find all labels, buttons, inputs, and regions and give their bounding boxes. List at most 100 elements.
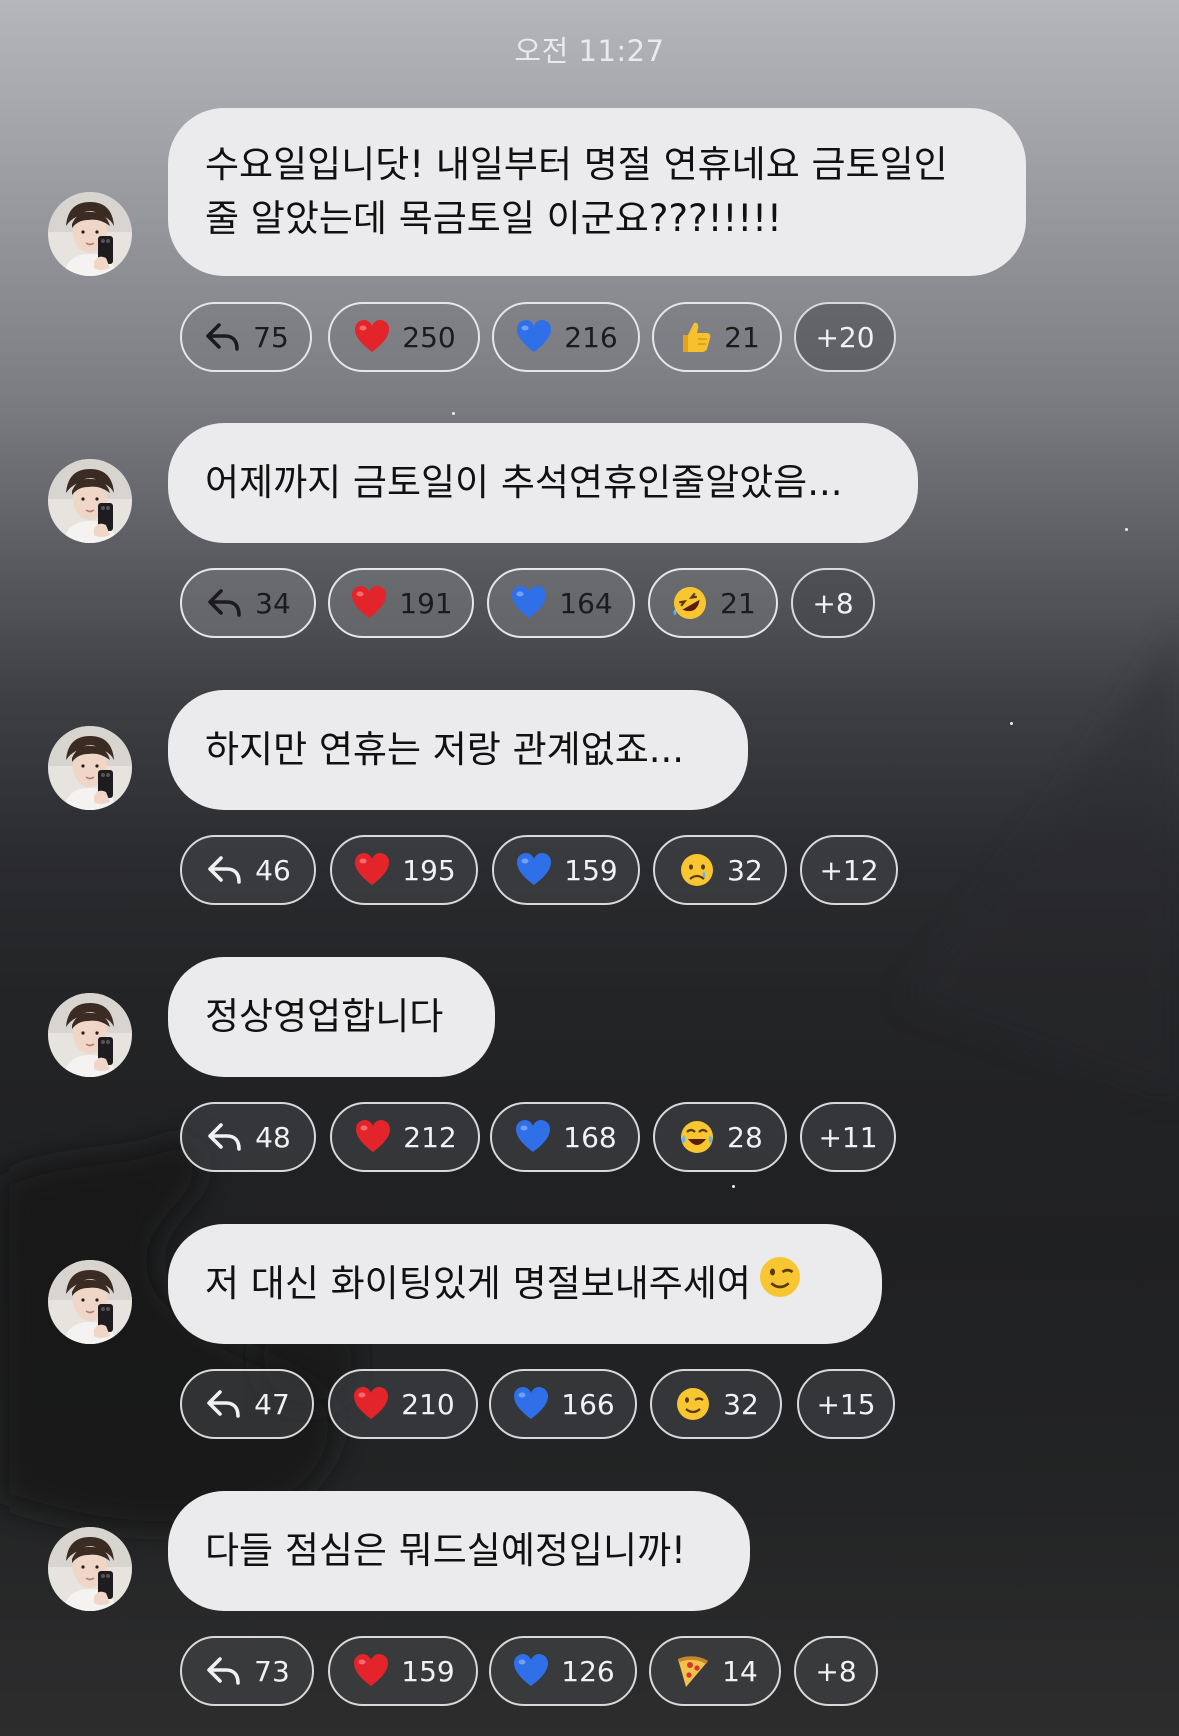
- more-reactions-button[interactable]: +8: [791, 568, 875, 638]
- reaction-count: 168: [563, 1120, 617, 1154]
- dust-speck: [452, 412, 455, 415]
- red-heart-icon: [349, 583, 389, 623]
- more-reactions-button[interactable]: +12: [800, 835, 898, 905]
- reaction-pizza-button[interactable]: 14: [649, 1636, 781, 1706]
- blue-heart-icon: [509, 583, 549, 623]
- blue-heart-icon: [514, 850, 554, 890]
- reaction-count: 210: [401, 1387, 455, 1421]
- dust-speck: [1125, 528, 1128, 531]
- red-heart-icon: [352, 850, 392, 890]
- message-bubble[interactable]: 수요일입니닷! 내일부터 명절 연휴네요 금토일인 줄 알았는데 목금토일 이군…: [168, 108, 1026, 276]
- reaction-count: 159: [401, 1654, 455, 1688]
- sender-avatar[interactable]: [48, 1260, 132, 1344]
- dust-speck: [732, 1185, 735, 1188]
- reaction-winking-face-button[interactable]: 32: [650, 1369, 782, 1439]
- reaction-count: 47: [254, 1387, 290, 1421]
- reaction-count: 126: [561, 1654, 615, 1688]
- reply-arrow-icon: [204, 1651, 244, 1691]
- reaction-red-heart-button[interactable]: 195: [330, 835, 478, 905]
- reply-arrow-icon: [205, 1117, 245, 1157]
- sender-avatar[interactable]: [48, 726, 132, 810]
- reaction-count: 48: [255, 1120, 291, 1154]
- message-bubble[interactable]: 다들 점심은 뭐드실예정입니까!: [168, 1491, 750, 1611]
- reaction-count: 21: [724, 320, 760, 354]
- sender-avatar[interactable]: [48, 1527, 132, 1611]
- sender-avatar[interactable]: [48, 459, 132, 543]
- reaction-count: 212: [403, 1120, 457, 1154]
- reaction-blue-heart-button[interactable]: 166: [489, 1369, 637, 1439]
- reply-arrow-icon: [205, 850, 245, 890]
- reaction-crying-face-button[interactable]: 32: [653, 835, 787, 905]
- reaction-count: 73: [254, 1654, 290, 1688]
- reaction-red-heart-button[interactable]: 210: [328, 1369, 478, 1439]
- reaction-count: +12: [819, 853, 879, 887]
- winking-face-icon: [755, 1252, 805, 1317]
- sender-avatar[interactable]: [48, 192, 132, 276]
- message-text: 다들 점심은 뭐드실예정입니까!: [205, 1529, 686, 1572]
- thumbs-up-icon: [674, 317, 714, 357]
- more-reactions-button[interactable]: +8: [794, 1636, 878, 1706]
- reaction-thumbs-up-button[interactable]: 21: [652, 302, 782, 372]
- reaction-count: 216: [564, 320, 618, 354]
- reaction-red-heart-button[interactable]: 250: [328, 302, 480, 372]
- message-bubble[interactable]: 하지만 연휴는 저랑 관계없죠...: [168, 690, 748, 810]
- reaction-count: 250: [402, 320, 456, 354]
- blue-heart-icon: [511, 1651, 551, 1691]
- winking-face-icon: [673, 1384, 713, 1424]
- reaction-count: 32: [727, 853, 763, 887]
- reaction-red-heart-button[interactable]: 191: [328, 568, 474, 638]
- reaction-count: 21: [720, 586, 756, 620]
- reaction-count: +15: [816, 1387, 876, 1421]
- reaction-count: 191: [399, 586, 453, 620]
- reply-arrow-icon: [204, 1384, 244, 1424]
- tears-of-joy-face-icon: [677, 1117, 717, 1157]
- sender-avatar[interactable]: [48, 993, 132, 1077]
- reaction-count: 75: [253, 320, 289, 354]
- reaction-rofl-face-button[interactable]: 21: [648, 568, 778, 638]
- reaction-count: +11: [818, 1120, 878, 1154]
- reaction-count: 159: [564, 853, 618, 887]
- reaction-count: 14: [722, 1654, 758, 1688]
- reaction-blue-heart-button[interactable]: 126: [489, 1636, 637, 1706]
- reaction-red-heart-button[interactable]: 212: [330, 1102, 480, 1172]
- reaction-red-heart-button[interactable]: 159: [328, 1636, 478, 1706]
- message-bubble[interactable]: 어제까지 금토일이 추석연휴인줄알았음...: [168, 423, 918, 543]
- reply-count-button[interactable]: 46: [180, 835, 316, 905]
- reaction-count: 34: [255, 586, 291, 620]
- message-bubble[interactable]: 저 대신 화이팅있게 명절보내주세여: [168, 1224, 882, 1344]
- rofl-face-icon: [670, 583, 710, 623]
- reaction-count: 46: [255, 853, 291, 887]
- reply-count-button[interactable]: 73: [180, 1636, 314, 1706]
- message-text: 정상영업합니다: [205, 995, 444, 1038]
- red-heart-icon: [353, 1117, 393, 1157]
- red-heart-icon: [352, 317, 392, 357]
- message-text: 수요일입니닷! 내일부터 명절 연휴네요 금토일인 줄 알았는데 목금토일 이군…: [205, 143, 948, 240]
- message-bubble[interactable]: 정상영업합니다: [168, 957, 495, 1077]
- dust-speck: [1010, 722, 1013, 725]
- reaction-blue-heart-button[interactable]: 164: [487, 568, 635, 638]
- more-reactions-button[interactable]: +11: [800, 1102, 896, 1172]
- reaction-count: 28: [727, 1120, 763, 1154]
- reaction-count: +8: [812, 586, 854, 620]
- reply-count-button[interactable]: 48: [180, 1102, 316, 1172]
- more-reactions-button[interactable]: +20: [794, 302, 896, 372]
- more-reactions-button[interactable]: +15: [797, 1369, 895, 1439]
- reaction-count: 166: [561, 1387, 615, 1421]
- reaction-count: 195: [402, 853, 456, 887]
- message-text: 어제까지 금토일이 추석연휴인줄알았음...: [205, 461, 843, 504]
- reaction-blue-heart-button[interactable]: 216: [492, 302, 640, 372]
- reply-count-button[interactable]: 47: [180, 1369, 314, 1439]
- reaction-blue-heart-button[interactable]: 159: [492, 835, 640, 905]
- reaction-blue-heart-button[interactable]: 168: [490, 1102, 640, 1172]
- reply-count-button[interactable]: 34: [180, 568, 316, 638]
- message-text: 저 대신 화이팅있게 명절보내주세여: [205, 1262, 751, 1305]
- pizza-icon: [672, 1651, 712, 1691]
- blue-heart-icon: [513, 1117, 553, 1157]
- reply-count-button[interactable]: 75: [180, 302, 312, 372]
- reply-arrow-icon: [203, 317, 243, 357]
- reaction-count: 32: [723, 1387, 759, 1421]
- message-timestamp: 오전 11:27: [514, 34, 665, 68]
- reaction-count: 164: [559, 586, 613, 620]
- reaction-tears-of-joy-face-button[interactable]: 28: [653, 1102, 787, 1172]
- reply-arrow-icon: [205, 583, 245, 623]
